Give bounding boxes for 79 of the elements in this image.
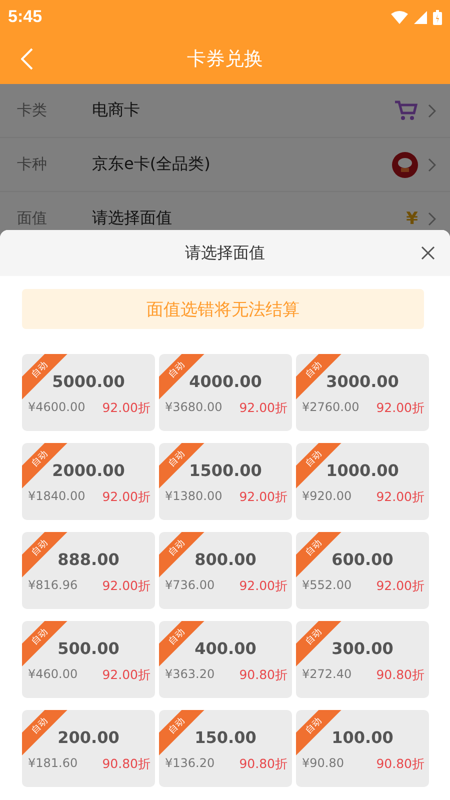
value-card[interactable]: 自动 888.00 ¥816.96 92.00折 (22, 532, 155, 609)
card-amount: 600.00 (332, 550, 394, 569)
warning-notice: 面值选错将无法结算 (22, 289, 424, 329)
card-amount: 5000.00 (52, 372, 125, 391)
row-label: 面值 (17, 209, 48, 228)
form-row[interactable]: 卡类 电商卡 (0, 84, 450, 138)
battery-icon (433, 10, 442, 24)
card-amount: 100.00 (332, 728, 394, 747)
chevron-right-icon (428, 212, 436, 226)
signal-icon (414, 10, 427, 24)
card-price: ¥552.00 (302, 578, 352, 594)
card-price: ¥736.00 (165, 578, 215, 594)
status-time: 5:45 (8, 7, 42, 27)
card-discount: 90.80折 (102, 756, 151, 773)
card-price: ¥2760.00 (302, 400, 360, 416)
value-card[interactable]: 自动 600.00 ¥552.00 92.00折 (296, 532, 429, 609)
value-card[interactable]: 自动 3000.00 ¥2760.00 92.00折 (296, 354, 429, 431)
value-card[interactable]: 自动 300.00 ¥272.40 90.80折 (296, 621, 429, 698)
card-discount: 90.80折 (376, 756, 425, 773)
value-card[interactable]: 自动 1500.00 ¥1380.00 92.00折 (159, 443, 292, 520)
card-discount: 92.00折 (102, 489, 151, 506)
card-amount: 150.00 (194, 728, 256, 747)
wifi-icon (391, 10, 408, 24)
value-card[interactable]: 自动 4000.00 ¥3680.00 92.00折 (159, 354, 292, 431)
row-value: 请选择面值 (92, 208, 173, 229)
card-discount: 92.00折 (239, 578, 288, 595)
card-amount: 800.00 (194, 550, 256, 569)
card-discount: 92.00折 (376, 489, 425, 506)
form-row[interactable]: 卡种 京东e卡(全品类) (0, 138, 450, 192)
card-price: ¥363.20 (165, 667, 215, 683)
card-discount: 92.00折 (376, 578, 425, 595)
card-amount: 888.00 (58, 550, 120, 569)
card-price: ¥1380.00 (165, 489, 222, 505)
card-discount: 92.00折 (102, 400, 151, 417)
card-discount: 92.00折 (239, 400, 288, 417)
card-price: ¥816.96 (28, 578, 78, 594)
row-value: 京东e卡(全品类) (92, 154, 212, 175)
value-card[interactable]: 自动 500.00 ¥460.00 92.00折 (22, 621, 155, 698)
card-price: ¥272.40 (302, 667, 352, 683)
card-discount: 92.00折 (102, 578, 151, 595)
value-card[interactable]: 自动 100.00 ¥90.80 90.80折 (296, 710, 429, 787)
cart-icon (394, 100, 418, 122)
card-discount: 90.80折 (239, 667, 288, 684)
value-card[interactable]: 自动 5000.00 ¥4600.00 92.00折 (22, 354, 155, 431)
card-amount: 300.00 (332, 639, 394, 658)
card-price: ¥460.00 (28, 667, 78, 683)
value-card[interactable]: 自动 400.00 ¥363.20 90.80折 (159, 621, 292, 698)
row-value: 电商卡 (92, 100, 141, 121)
card-discount: 92.00折 (239, 489, 288, 506)
card-amount: 2000.00 (52, 461, 125, 480)
value-card[interactable]: 自动 1000.00 ¥920.00 92.00折 (296, 443, 429, 520)
card-amount: 4000.00 (189, 372, 262, 391)
card-discount: 92.00折 (102, 667, 151, 684)
card-discount: 92.00折 (376, 400, 425, 417)
card-discount: 90.80折 (376, 667, 425, 684)
page-title: 卡券兑换 (187, 47, 263, 72)
row-label: 卡种 (17, 155, 48, 174)
value-card[interactable]: 自动 200.00 ¥181.60 90.80折 (22, 710, 155, 787)
row-label: 卡类 (17, 101, 48, 120)
card-price: ¥1840.00 (28, 489, 86, 505)
chevron-right-icon (428, 104, 436, 118)
card-amount: 1500.00 (189, 461, 262, 480)
card-price: ¥181.60 (28, 756, 78, 772)
value-card[interactable]: 自动 800.00 ¥736.00 92.00折 (159, 532, 292, 609)
card-price: ¥920.00 (302, 489, 352, 505)
card-discount: 90.80折 (239, 756, 288, 773)
card-price: ¥4600.00 (28, 400, 86, 416)
card-price: ¥90.80 (302, 756, 344, 772)
card-price: ¥136.20 (165, 756, 215, 772)
card-amount: 3000.00 (326, 372, 399, 391)
card-amount: 1000.00 (326, 461, 399, 480)
card-amount: 500.00 (58, 639, 120, 658)
card-price: ¥3680.00 (165, 400, 222, 416)
card-amount: 200.00 (58, 728, 120, 747)
card-amount: 400.00 (194, 639, 256, 658)
value-card[interactable]: 自动 150.00 ¥136.20 90.80折 (159, 710, 292, 787)
value-card[interactable]: 自动 2000.00 ¥1840.00 92.00折 (22, 443, 155, 520)
chevron-right-icon (428, 158, 436, 172)
yen-icon: ¥ (406, 208, 418, 228)
